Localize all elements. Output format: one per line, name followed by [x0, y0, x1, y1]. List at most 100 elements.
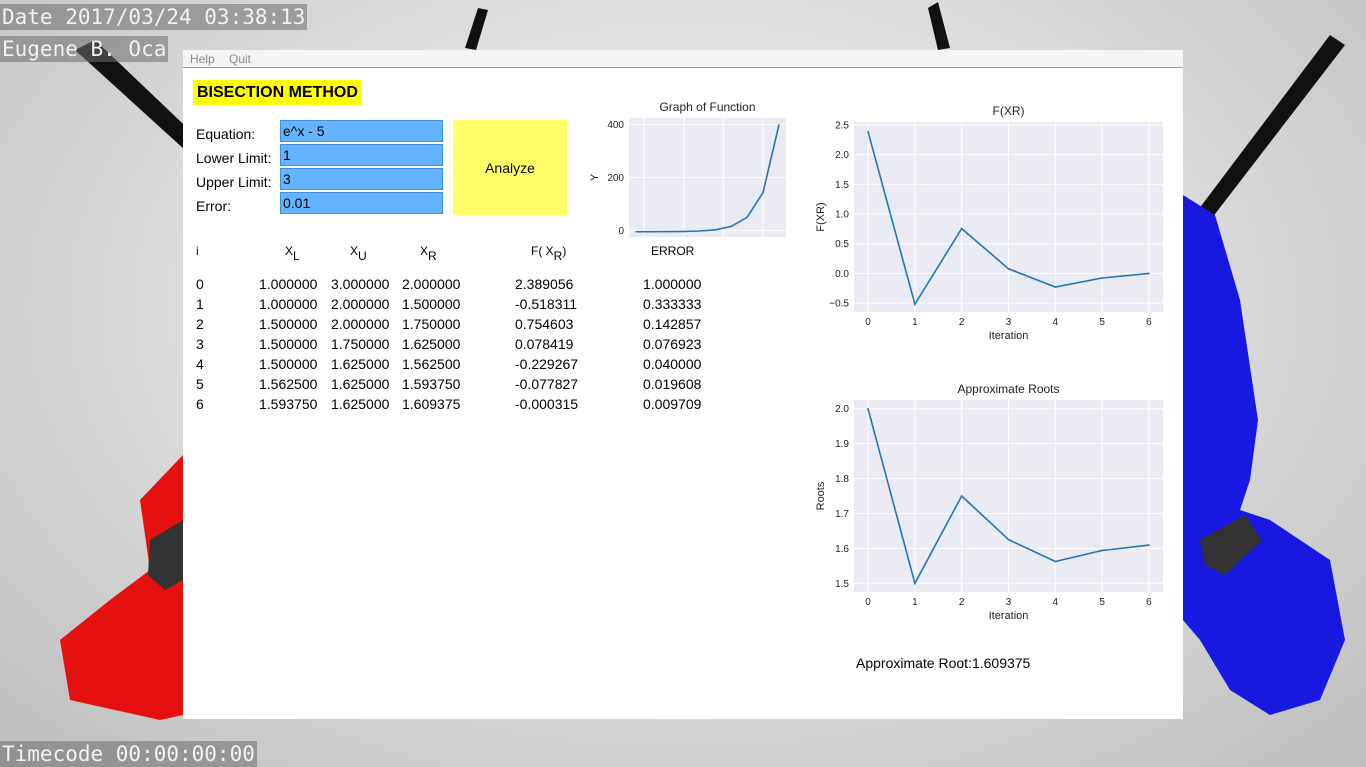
analyze-button[interactable]: Analyze — [453, 120, 567, 215]
x-tick-label: 1 — [912, 317, 918, 328]
data-point — [867, 130, 869, 133]
data-point — [1101, 549, 1103, 552]
fxr-cell: -0.077827 — [515, 376, 579, 392]
data-point — [1148, 272, 1150, 275]
data-point — [960, 227, 963, 230]
y-tick-label: 2.5 — [835, 120, 849, 131]
chart-title: Graph of Function — [659, 100, 755, 114]
app-window: Help Quit BISECTION METHOD Equation: Low… — [183, 50, 1183, 719]
header-xl-main: X — [285, 244, 294, 258]
x-tick-label: 1 — [912, 597, 918, 608]
header-xr-sub: R — [428, 249, 437, 263]
app-title: BISECTION METHOD — [193, 80, 362, 105]
data-point — [682, 230, 685, 233]
xl-cell: 1.000000 — [259, 276, 318, 292]
x-tick-label: 3 — [1006, 317, 1012, 328]
y-tick-label: 1.0 — [835, 210, 849, 221]
header-xu-sub: U — [358, 249, 367, 263]
xl-cell: 1.500000 — [259, 336, 318, 352]
fxr-cell: 0.754603 — [515, 316, 574, 332]
xu-cell: 1.750000 — [331, 336, 390, 352]
upper-limit-label: Upper Limit: — [196, 174, 272, 190]
x-tick-label: 4 — [1053, 597, 1059, 608]
menu-quit[interactable]: Quit — [229, 52, 251, 66]
y-tick-label: 1.9 — [835, 439, 849, 450]
y-tick-label: 200 — [607, 173, 624, 184]
x-tick-label: 5 — [1099, 317, 1105, 328]
header-xr-main: X — [420, 244, 429, 258]
header-fxr: F( XR) — [531, 244, 566, 263]
y-axis-label: Y — [589, 173, 601, 181]
error-cell: 0.076923 — [643, 336, 702, 352]
data-point — [730, 225, 733, 228]
date-overlay: Date 2017/03/24 03:38:13 — [0, 4, 308, 30]
y-tick-label: 1.5 — [835, 579, 849, 590]
xl-cell: 1.562500 — [259, 376, 318, 392]
header-fxr-close: ) — [562, 244, 567, 258]
menu-bar: Help Quit — [183, 50, 1183, 68]
data-point — [651, 230, 653, 233]
xr-cell: 1.750000 — [402, 316, 461, 332]
iteration-cell: 0 — [196, 276, 204, 292]
data-point — [762, 191, 764, 194]
data-point — [1054, 560, 1057, 563]
iteration-cell: 1 — [196, 296, 204, 312]
approximate-root-result: Approximate Root:1.609375 — [856, 655, 1030, 671]
error-cell: 0.019608 — [643, 376, 702, 392]
x-tick-label: 2 — [959, 317, 965, 328]
x-tick-label: 6 — [1146, 317, 1152, 328]
error-cell: 0.009709 — [643, 396, 702, 412]
data-point — [698, 230, 701, 232]
error-cell: 0.040000 — [643, 356, 702, 372]
error-input[interactable] — [280, 192, 443, 214]
x-tick-label: 0 — [865, 317, 871, 328]
approximate-root-label: Approximate Root: — [856, 655, 972, 671]
y-axis-label: Roots — [815, 481, 827, 510]
xr-cell: 1.593750 — [402, 376, 461, 392]
data-point — [914, 303, 916, 305]
x-tick-label: 2 — [959, 597, 965, 608]
xr-cell: 1.625000 — [402, 336, 461, 352]
xr-cell: 1.562500 — [402, 356, 461, 372]
y-tick-label: 0.0 — [835, 269, 849, 280]
fxr-cell: -0.229267 — [515, 356, 579, 372]
lower-limit-input[interactable] — [280, 144, 443, 166]
equation-input[interactable] — [280, 120, 443, 142]
xl-cell: 1.500000 — [259, 356, 318, 372]
data-point — [667, 230, 669, 233]
x-tick-label: 0 — [865, 597, 871, 608]
y-tick-label: 2.0 — [835, 404, 849, 415]
xl-cell: 1.000000 — [259, 296, 318, 312]
x-tick-label: 5 — [1099, 597, 1105, 608]
data-point — [867, 407, 869, 410]
fxr-cell: -0.518311 — [515, 296, 578, 312]
xr-cell: 1.609375 — [402, 396, 461, 412]
data-point — [778, 124, 780, 126]
equation-label: Equation: — [196, 126, 256, 142]
x-axis-label: Iteration — [989, 610, 1029, 622]
approximate-root-value: 1.609375 — [971, 655, 1031, 671]
xl-cell: 1.500000 — [259, 316, 318, 332]
x-axis-label: Iteration — [989, 330, 1029, 342]
data-point — [1054, 286, 1057, 288]
x-tick-label: 6 — [1146, 597, 1152, 608]
fxr-cell: 0.078419 — [515, 336, 574, 352]
data-point — [1007, 267, 1010, 270]
upper-limit-input[interactable] — [280, 168, 443, 190]
header-xu: XU — [350, 244, 367, 263]
xu-cell: 3.000000 — [331, 276, 390, 292]
y-tick-label: 0 — [618, 226, 624, 237]
fxr-cell: -0.000315 — [515, 396, 579, 412]
error-cell: 1.000000 — [643, 276, 702, 292]
xu-cell: 1.625000 — [331, 356, 390, 372]
data-point — [1007, 538, 1010, 541]
xu-cell: 2.000000 — [331, 316, 390, 332]
error-cell: 0.142857 — [643, 316, 702, 332]
y-tick-label: 1.7 — [835, 509, 849, 520]
function-graph-chart: −2.50.02.55.00200400Graph of FunctionXY — [589, 100, 786, 237]
xr-cell: 2.000000 — [402, 276, 461, 292]
error-cell: 0.333333 — [643, 296, 702, 312]
menu-help[interactable]: Help — [190, 52, 215, 66]
header-error: ERROR — [651, 244, 695, 258]
author-overlay: Eugene B. Oca — [0, 36, 169, 62]
